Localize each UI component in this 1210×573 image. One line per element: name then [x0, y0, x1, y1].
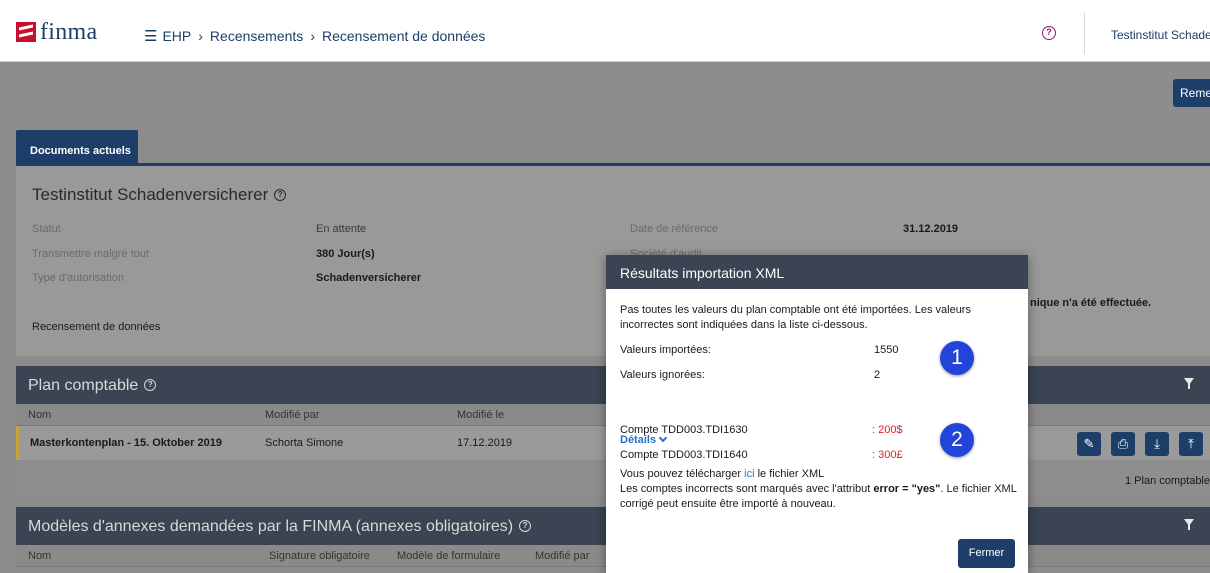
- annotation-badge-1: 1: [940, 341, 974, 375]
- header-divider: [1084, 12, 1085, 54]
- help-icon[interactable]: ?: [519, 520, 532, 532]
- help-icon[interactable]: ?: [274, 189, 287, 201]
- column-header-signature[interactable]: Signature obligatoire: [269, 550, 370, 562]
- chevron-right-icon: ›: [198, 28, 203, 44]
- help-icon[interactable]: ?: [1042, 26, 1056, 40]
- close-button[interactable]: Fermer: [958, 539, 1015, 568]
- edit-document-icon[interactable]: ✎: [1077, 432, 1101, 456]
- logo-text: finma: [40, 18, 98, 45]
- institution-name: Testinstitut Schadenversicherer: [32, 185, 269, 204]
- account-error-value: : 200$: [872, 424, 903, 436]
- institution-title: Testinstitut Schadenversicherer?: [32, 185, 287, 205]
- plan-comptable-count: 1 Plan comptable: [1125, 475, 1210, 487]
- error-text-1: Les comptes incorrects sont marqués avec…: [620, 483, 874, 495]
- dialog-intro-text: Pas toutes les valeurs du plan comptable…: [620, 304, 971, 331]
- breadcrumb-recensement-donnees[interactable]: Recensement de données: [322, 28, 485, 44]
- account-error-value: : 300£: [872, 449, 903, 461]
- upload-icon[interactable]: ⤒: [1179, 432, 1203, 456]
- statut-value: En attente: [316, 223, 367, 235]
- row-modifie-par: Schorta Simone: [265, 437, 344, 449]
- imported-values-label: Valeurs importées:: [620, 344, 711, 356]
- xml-import-results-dialog: Résultats importation XML Pas toutes les…: [606, 255, 1028, 573]
- download-icon[interactable]: ⤓: [1145, 432, 1169, 456]
- row-nom: Masterkontenplan - 15. Oktober 2019: [30, 437, 222, 449]
- transmettre-label: Transmettre malgré tout: [32, 248, 149, 260]
- remettre-button[interactable]: Remet: [1173, 79, 1210, 107]
- column-header-modele[interactable]: Modèle de formulaire: [397, 550, 500, 562]
- finma-logo[interactable]: finma: [16, 18, 98, 45]
- date-reference-value: 31.12.2019: [903, 223, 959, 235]
- breadcrumb-recensements[interactable]: Recensements: [210, 28, 303, 44]
- breadcrumb-ehp[interactable]: EHP: [162, 28, 191, 44]
- plan-comptable-title: Plan comptable: [28, 377, 139, 394]
- date-reference-label: Date de référence: [630, 223, 719, 235]
- column-header-modifie-le[interactable]: Modifié le: [457, 409, 504, 421]
- column-header-modifie-par[interactable]: Modifié par: [265, 409, 319, 421]
- help-icon[interactable]: ?: [144, 379, 157, 391]
- type-autorisation-value: Schadenversicherer: [316, 272, 422, 284]
- column-header-nom[interactable]: Nom: [28, 409, 51, 421]
- download-xml-link[interactable]: ici: [744, 468, 754, 480]
- column-header-nom[interactable]: Nom: [28, 550, 51, 562]
- ignored-values-count: 2: [874, 369, 881, 381]
- download-info-text: Vous pouvez télécharger ici le fichier X…: [620, 467, 1022, 512]
- chevron-right-icon: ›: [310, 28, 315, 44]
- imported-values-count: 1550: [874, 344, 899, 356]
- ignored-values-label: Valeurs ignorées:: [620, 369, 705, 381]
- action-bar: [0, 63, 1210, 125]
- print-icon[interactable]: ⎙: [1111, 432, 1135, 456]
- type-autorisation-label: Type d'autorisation: [32, 272, 124, 284]
- dialog-title: Résultats importation XML: [606, 255, 1028, 289]
- filter-icon[interactable]: [1184, 378, 1194, 389]
- top-bar: finma ☰ EHP › Recensements › Recensement…: [0, 0, 1210, 62]
- user-institution-link[interactable]: Testinstitut Schade: [1111, 28, 1210, 42]
- account-name: Compte TDD003.TDI1640: [620, 449, 748, 461]
- download-suffix: le fichier XML: [754, 468, 825, 480]
- annexes-title: Modèles d'annexes demandées par la FINMA…: [28, 518, 514, 535]
- notice-text: nique n'a été effectuée.: [1030, 297, 1152, 309]
- filter-icon[interactable]: [1184, 519, 1194, 530]
- recensement-label: Recensement de données: [32, 321, 161, 333]
- row-modifie-le: 17.12.2019: [457, 437, 513, 449]
- column-header-modifie-par[interactable]: Modifié par: [535, 550, 589, 562]
- tab-documents-actuels[interactable]: Documents actuels: [16, 130, 138, 164]
- transmettre-value: 380 Jour(s): [316, 248, 375, 260]
- annotation-badge-2: 2: [940, 423, 974, 457]
- error-attribute: error = "yes": [873, 483, 941, 495]
- breadcrumb: ☰ EHP › Recensements › Recensement de do…: [144, 27, 485, 45]
- download-prefix: Vous pouvez télécharger: [620, 468, 745, 480]
- finma-flag-icon: [16, 22, 36, 42]
- hamburger-menu-icon[interactable]: ☰: [144, 27, 157, 45]
- account-name: Compte TDD003.TDI1630: [620, 424, 748, 436]
- statut-label: Statut: [32, 223, 61, 235]
